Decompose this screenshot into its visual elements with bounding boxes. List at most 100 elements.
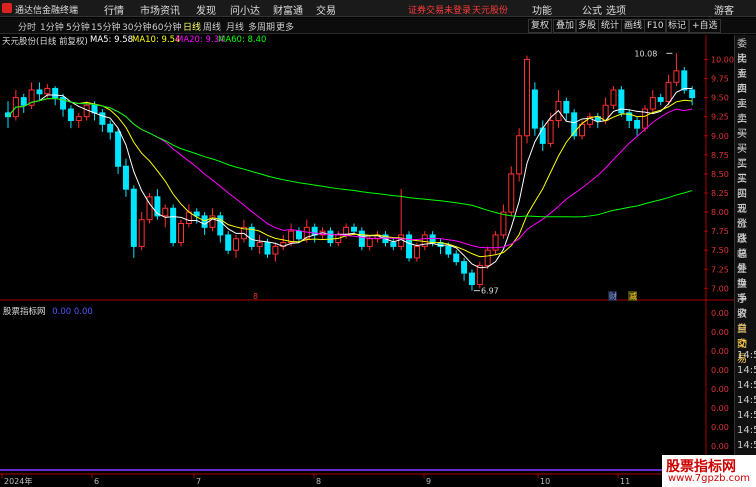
candle-body (390, 242, 397, 247)
quote-field-label: 14:5 (737, 380, 756, 391)
candle-body (75, 116, 82, 121)
event-marker: 减 (629, 291, 637, 301)
candle-body (295, 230, 302, 240)
candle-body (193, 211, 200, 217)
candle-body (233, 238, 240, 251)
candle-body (508, 173, 515, 213)
price-axis-label: 8.50 (711, 170, 729, 179)
candle-body (122, 165, 129, 190)
quote-field-label: 14:5 (737, 365, 756, 376)
price-axis-label: 7.75 (711, 227, 729, 236)
quote-field-label: 14:5 (737, 350, 756, 361)
candle-body (36, 89, 43, 95)
candle-body (484, 249, 491, 266)
price-axis-label: 9.00 (711, 132, 729, 141)
candle-body (264, 242, 271, 255)
candle-body (44, 87, 51, 95)
candle-body (657, 97, 664, 102)
quote-field-label: 14:5 (737, 440, 756, 451)
candle-body (170, 207, 177, 244)
candle-body (461, 261, 468, 274)
quote-field-label: 14:5 (737, 425, 756, 436)
candle-body (366, 238, 373, 247)
date-label: 7 (196, 477, 201, 486)
candle-body (610, 89, 617, 106)
low-price-label: 6.97 (481, 287, 499, 296)
candle-body (256, 242, 263, 247)
quote-side-panel: 委比 卖五 卖四 卖三 卖二 卖一 买一 买二 买三 买四 买五 现价 涨跌 涨幅 总量 外盘 换手 净资 收益 自动… (734, 35, 756, 487)
candle-body (358, 230, 365, 247)
candle-body (681, 70, 688, 91)
price-axis-label: 9.50 (711, 94, 729, 103)
candle-body (351, 226, 357, 232)
date-label: 9 (426, 477, 431, 486)
sub-axis-label: 0.00 (711, 309, 729, 318)
candle-body (115, 131, 122, 167)
candle-body (476, 264, 483, 286)
sub-axis-label: 0.00 (711, 423, 729, 432)
candle-body (563, 100, 570, 114)
candle-body (413, 245, 420, 259)
candle-body (185, 211, 192, 225)
candle-body (130, 188, 137, 247)
candle-body (67, 108, 74, 121)
sub-axis-label: 0.00 (711, 328, 729, 337)
candle-body (107, 123, 114, 133)
date-label: 2024年 (4, 476, 32, 486)
candle-body (634, 119, 641, 129)
candle-body (225, 234, 232, 251)
candle-body (178, 223, 184, 244)
candle-body (531, 89, 538, 129)
high-price-label: 10.08 (634, 49, 657, 58)
candle-body (689, 89, 696, 99)
candle-body (99, 112, 106, 125)
candle-body (52, 87, 59, 99)
price-axis-label: 10.00 (711, 55, 734, 64)
event-marker: 8 (253, 292, 258, 301)
price-axis-label: 7.50 (711, 246, 729, 255)
candle-body (468, 272, 475, 286)
price-axis-label: 8.25 (711, 189, 729, 198)
price-axis-label: 8.75 (711, 151, 729, 160)
candle-body (201, 215, 208, 228)
kline-chart[interactable]: 10.00 9.75 9.50 9.25 9.00 8.75 8.50 8.25 8.00 7.7… (0, 0, 756, 487)
date-label: 8 (316, 477, 321, 486)
price-axis-label: 9.75 (711, 75, 729, 84)
quote-field-label: 14:5 (737, 395, 756, 406)
sub-indicator-name: 股票指标网 (3, 307, 46, 317)
candle-body (500, 211, 507, 236)
watermark: 股票指标网 www.7gpzb.com (662, 455, 756, 487)
candle-body (311, 226, 318, 236)
price-axis-label: 7.25 (711, 265, 729, 274)
event-marker: 财 (609, 291, 617, 301)
price-axis-label: 8.00 (711, 208, 729, 217)
candle-body (649, 97, 656, 110)
sub-indicator-title: 股票指标网 0.00 0.00 (3, 305, 93, 317)
candle-body (327, 230, 334, 244)
date-label: 6 (94, 477, 99, 486)
watermark-url: www.7gpzb.com (668, 473, 750, 484)
sub-axis-label: 0.00 (711, 366, 729, 375)
sub-indicator-value: 0.00 0.00 (52, 307, 93, 317)
candle-body (20, 97, 27, 106)
candle-body (162, 207, 169, 217)
price-axis-label: 7.00 (711, 284, 729, 293)
sub-axis-label: 0.00 (711, 442, 729, 451)
sub-axis-label: 0.00 (711, 404, 729, 413)
candle-body (445, 245, 452, 255)
candle-body (248, 226, 255, 247)
sub-axis-label: 0.00 (711, 347, 729, 356)
date-label: 10 (540, 477, 550, 486)
quote-field-label: 14:5 (737, 410, 756, 421)
candle-body (665, 81, 672, 102)
candle-body (138, 219, 145, 247)
candle-body (516, 135, 523, 175)
price-axis-label: 9.25 (711, 113, 729, 122)
candle-body (453, 253, 460, 263)
date-label: 11 (620, 477, 630, 486)
candle-body (406, 234, 413, 259)
candle-body (524, 58, 530, 137)
candle-body (272, 245, 279, 255)
candle-body (673, 70, 680, 83)
candle-body (547, 119, 554, 144)
